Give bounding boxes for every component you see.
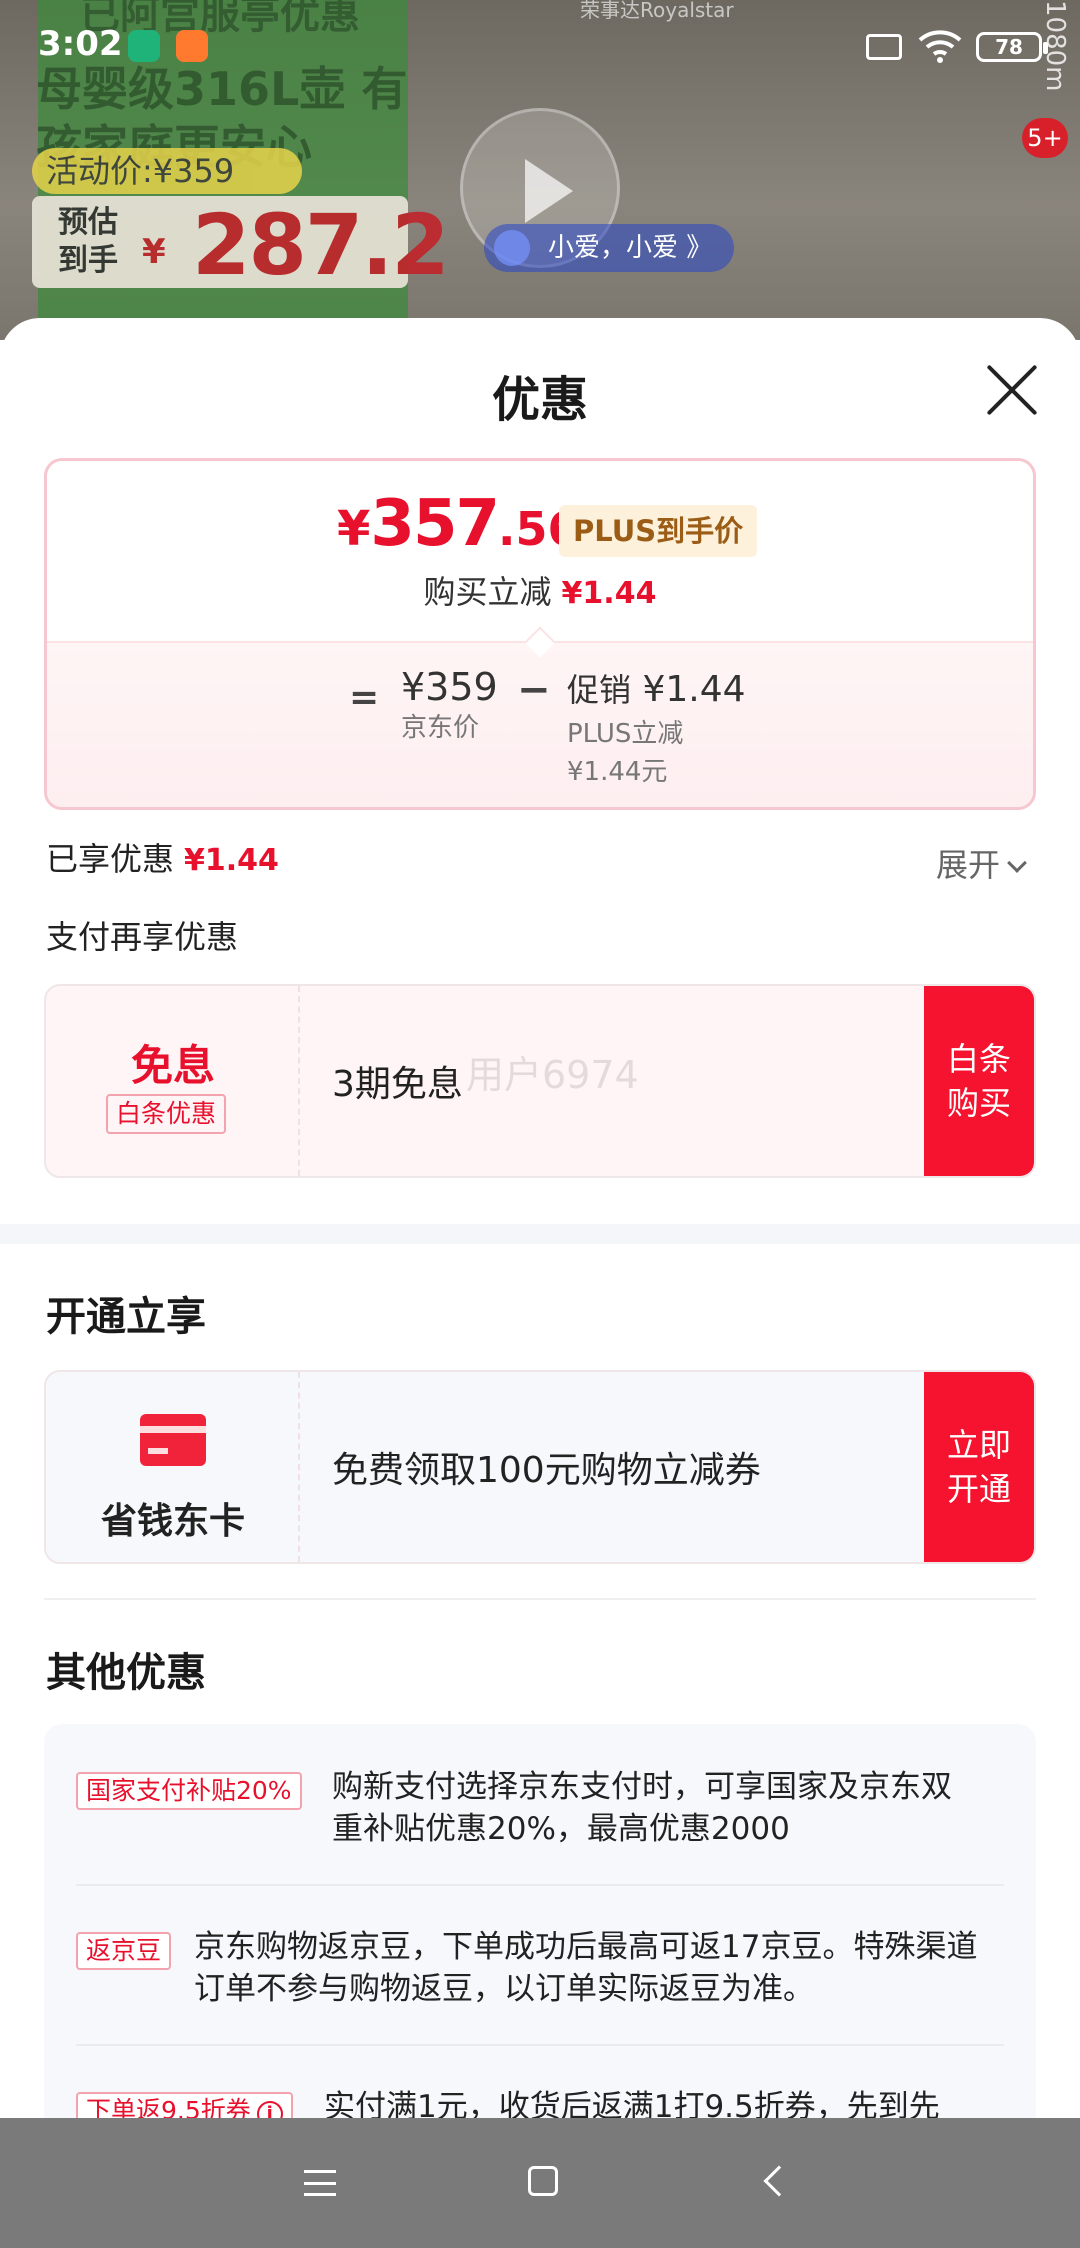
discount-value: ¥1.44: [561, 576, 657, 611]
no-sim-icon: [866, 34, 902, 60]
offer-desc: 实付满1元，收货后返满1打9.5折券，先到先: [324, 2089, 940, 2118]
estimate-yen: ¥: [142, 232, 166, 272]
final-price-yen: ¥: [337, 501, 371, 557]
open-section-title: 开通立享: [46, 1294, 206, 1340]
estimate-price-box: 预估 到手 ¥ 287.2: [32, 196, 450, 294]
price-formula: = ¥359 京东价 − 促销 ¥1.44 PLUS立减 ¥1.44元: [47, 641, 1033, 807]
final-price: ¥357.56: [337, 487, 580, 561]
mic-icon: [494, 230, 530, 266]
offer-desc: 购新支付选择京东支付时，可享国家及京东双重补贴优惠20%，最高优惠2000: [332, 1769, 952, 1847]
home-icon[interactable]: [528, 2166, 558, 2196]
expand-label: 展开: [936, 846, 1001, 884]
promo-value: ¥1.44: [642, 669, 746, 710]
wifi-icon: [918, 30, 962, 63]
voice-assistant-label: 小爱，小爱 》: [548, 233, 713, 263]
offer-tag: 国家支付补贴20%: [76, 1772, 302, 1810]
promo-amount: 促销 ¥1.44: [567, 665, 746, 711]
offer-tag-with-info[interactable]: 下单返9.5折券 i: [76, 2092, 293, 2118]
dongka-desc: 免费领取100元购物立减券: [332, 1450, 761, 1491]
final-price-int: 357: [370, 487, 500, 561]
enjoyed-label: 已享优惠: [46, 840, 175, 878]
activity-price: 活动价:¥359: [32, 148, 302, 194]
discount-line: 购买立减 ¥1.44: [47, 567, 1033, 613]
estimate-price: 287.2: [192, 196, 450, 294]
divider: [44, 1598, 1036, 1600]
enjoyed-value: ¥1.44: [184, 843, 279, 878]
status-bar: 3:02 78: [0, 0, 1080, 90]
chevron-down-icon: [1007, 853, 1027, 873]
offer-tag-label: 下单返9.5折券: [86, 2096, 251, 2118]
system-nav-bar: [0, 2118, 1080, 2248]
minus-sign: −: [517, 667, 551, 713]
mi-app-icon: [176, 30, 208, 62]
jd-price: ¥359: [401, 665, 498, 709]
info-icon[interactable]: i: [256, 2101, 283, 2118]
other-offers-list: 国家支付补贴20% 购新支付选择京东支付时，可享国家及京东双重补贴优惠20%，最…: [44, 1724, 1036, 2118]
pay-more-label: 支付再享优惠: [46, 918, 239, 956]
voice-assistant-chip[interactable]: 小爱，小爱 》: [484, 224, 734, 272]
expand-button[interactable]: 展开: [936, 840, 1027, 886]
card-icon: [140, 1414, 206, 1466]
shield-app-icon: [128, 30, 160, 62]
baitiao-buy-button[interactable]: 白条购买: [924, 986, 1034, 1176]
user-watermark: 用户6974: [466, 1053, 639, 1097]
sheet-title: 优惠: [491, 372, 588, 428]
baitiao-option-card[interactable]: 免息 白条优惠 3期免息 用户6974 白条购买: [44, 984, 1036, 1178]
plus-price-tag: PLUS到手价: [559, 505, 758, 557]
promo-label: 促销: [567, 671, 632, 709]
equals-sign: =: [349, 677, 380, 718]
menu-icon[interactable]: [304, 2170, 336, 2196]
back-icon[interactable]: [763, 2165, 795, 2197]
dongka-option-card[interactable]: 省钱东卡 免费领取100元购物立减券 立即开通: [44, 1370, 1036, 1564]
baitiao-desc: 3期免息: [332, 1064, 463, 1105]
battery-icon: 78: [976, 32, 1048, 62]
enjoyed-discount: 已享优惠 ¥1.44: [46, 834, 279, 880]
baitiao-title: 免息: [130, 1041, 215, 1090]
discount-sheet: 优惠 ¥357.56 PLUS到手价 购买立减 ¥1.44 = ¥359 京东价 …: [0, 318, 1080, 2118]
estimate-label: 预估 到手: [58, 205, 118, 278]
promo-sub-label: PLUS立减: [567, 719, 684, 749]
dongka-badge: 省钱东卡: [46, 1372, 300, 1562]
jd-price-label: 京东价: [401, 713, 480, 743]
promo-sub-value: ¥1.44元: [567, 757, 668, 787]
close-icon[interactable]: [984, 362, 1040, 418]
status-time: 3:02: [38, 24, 123, 64]
dongka-title: 省钱东卡: [100, 1501, 245, 1542]
baitiao-badge: 免息 白条优惠: [46, 986, 300, 1176]
price-breakdown-card: ¥357.56 PLUS到手价 购买立减 ¥1.44 = ¥359 京东价 − 促…: [44, 458, 1036, 810]
offer-tag: 返京豆: [76, 1932, 172, 1970]
notification-badge[interactable]: 5+: [1022, 118, 1068, 158]
offer-desc: 京东购物返京豆，下单成功后最高可返17京豆。特殊渠道订单不参与购物返豆，以订单实…: [194, 1929, 978, 2007]
offer-separator: [76, 1884, 1004, 1886]
baitiao-tag: 白条优惠: [106, 1094, 227, 1134]
other-section-title: 其他优惠: [46, 1650, 206, 1696]
price-summary: ¥357.56 PLUS到手价 购买立减 ¥1.44: [47, 461, 1033, 641]
section-divider-band: [0, 1224, 1080, 1244]
offer-separator: [76, 2044, 1004, 2046]
dongka-open-button[interactable]: 立即开通: [924, 1372, 1034, 1562]
discount-label: 购买立减: [423, 573, 552, 611]
